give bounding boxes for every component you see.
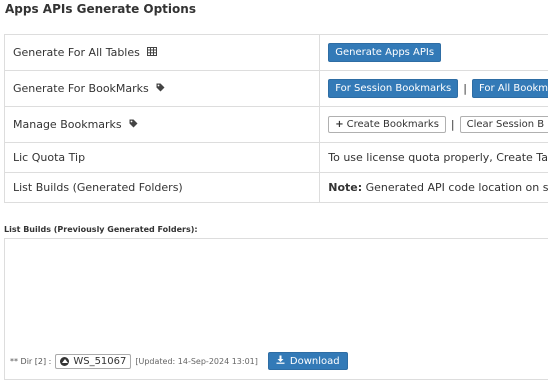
clear-session-bookmarks-button[interactable]: Clear Session B bbox=[459, 116, 548, 133]
tag-icon bbox=[129, 118, 138, 131]
label-generate-all-tables: Generate For All Tables bbox=[13, 45, 140, 59]
quota-tip-text: To use license quota properly, Create Ta bbox=[319, 142, 548, 173]
table-icon bbox=[147, 46, 158, 59]
updated-text: [Updated: 14-Sep-2024 13:01] bbox=[135, 356, 258, 366]
note-label: Note: bbox=[328, 181, 363, 194]
options-table: Generate For All Tables Generate Apps AP… bbox=[3, 34, 548, 203]
label-list-builds: List Builds (Generated Folders) bbox=[3, 172, 321, 203]
row-manage-bookmarks: Manage Bookmarks + Create Bookmarks | Clea… bbox=[3, 106, 548, 143]
all-bookmarks-button[interactable]: For All Bookm bbox=[471, 79, 548, 98]
label-manage-bookmarks: Manage Bookmarks bbox=[13, 117, 122, 131]
row-generate-all-tables: Generate For All Tables Generate Apps AP… bbox=[3, 34, 548, 71]
row-lic-quota-tip: Lic Quota Tip To use license quota prope… bbox=[3, 142, 548, 173]
circle-arrow-icon bbox=[60, 356, 70, 366]
plus-icon: + bbox=[335, 119, 344, 130]
tag-icon bbox=[156, 82, 165, 95]
separator: | bbox=[463, 82, 467, 95]
row-generate-bookmarks: Generate For BookMarks For Session Bookm… bbox=[3, 70, 548, 107]
row-list-builds: List Builds (Generated Folders) Note: Ge… bbox=[3, 172, 548, 203]
session-bookmarks-button[interactable]: For Session Bookmarks bbox=[328, 79, 459, 98]
download-label: Download bbox=[289, 355, 340, 367]
label-generate-bookmarks: Generate For BookMarks bbox=[13, 81, 149, 95]
label-lic-quota-tip: Lic Quota Tip bbox=[3, 142, 321, 173]
note-text: Generated API code location on s bbox=[365, 181, 548, 194]
folder-chip[interactable]: WS_51067 bbox=[55, 353, 132, 369]
download-button[interactable]: Download bbox=[267, 352, 348, 370]
page-title: Apps APIs Generate Options bbox=[5, 2, 196, 16]
list-builds-heading: List Builds (Previously Generated Folder… bbox=[4, 225, 198, 234]
separator: | bbox=[450, 118, 455, 131]
create-bookmarks-button[interactable]: + Create Bookmarks bbox=[328, 116, 446, 133]
folder-name: WS_51067 bbox=[73, 355, 127, 367]
dir-row: ** Dir [2] : WS_51067 [Updated: 14-Sep-2… bbox=[10, 352, 348, 370]
download-icon bbox=[276, 355, 285, 367]
dir-label: ** Dir [2] : bbox=[10, 356, 52, 366]
generate-apps-apis-button[interactable]: Generate Apps APIs bbox=[328, 43, 442, 62]
